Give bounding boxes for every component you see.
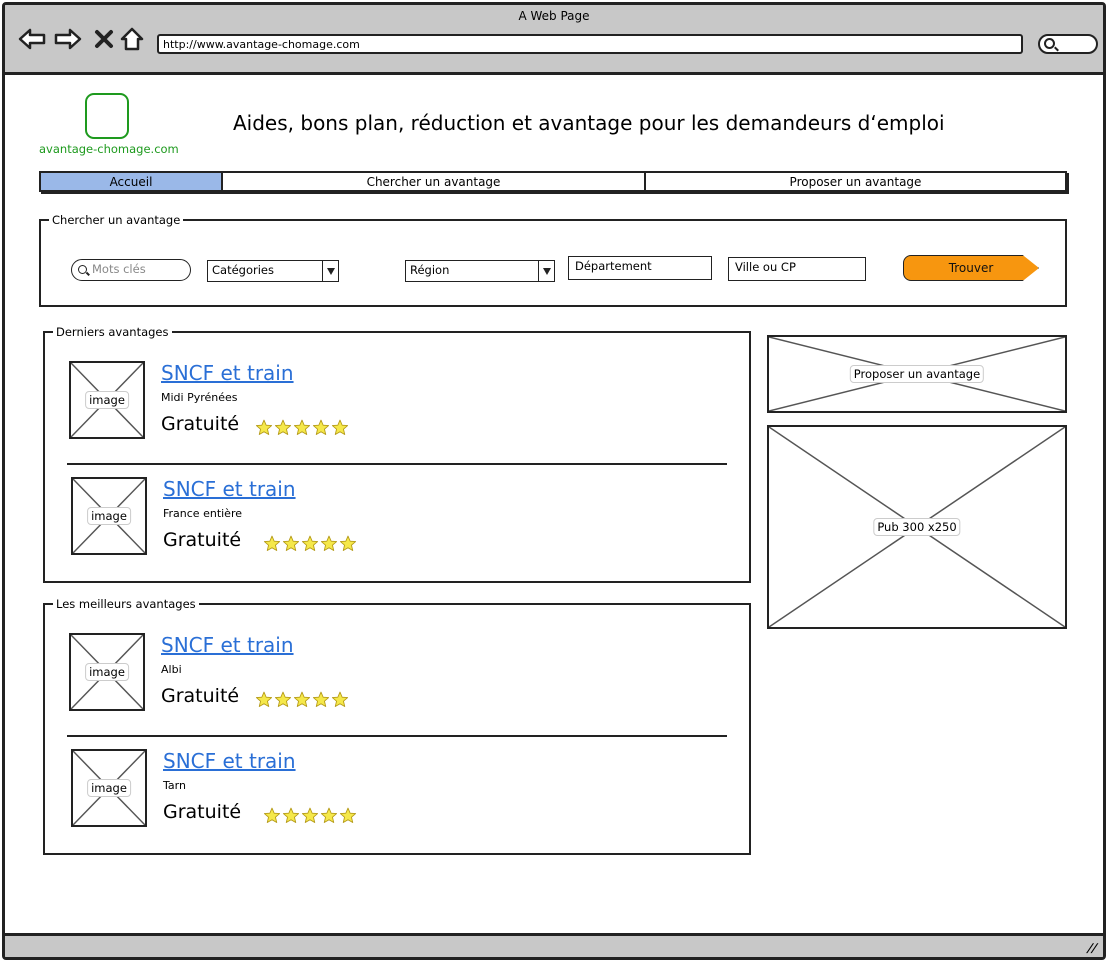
item-price: Gratuité <box>163 529 242 551</box>
star-icon[interactable] <box>301 535 319 552</box>
keywords-input[interactable]: Mots clés <box>71 259 191 281</box>
stop-icon[interactable] <box>89 25 119 53</box>
star-icon[interactable] <box>301 807 319 824</box>
region-select[interactable]: Région <box>405 260 555 282</box>
rating-stars[interactable] <box>255 419 349 436</box>
address-bar[interactable]: http://www.avantage-chomage.com <box>157 34 1023 54</box>
item-image[interactable]: image <box>71 749 147 827</box>
star-icon[interactable] <box>255 419 273 436</box>
region-select-value: Région <box>410 263 450 277</box>
image-placeholder-label: image <box>87 507 131 525</box>
image-placeholder-label: image <box>87 779 131 797</box>
search-legend: Chercher un avantage <box>49 213 184 227</box>
item-price: Gratuité <box>161 685 240 707</box>
search-icon <box>1044 38 1055 49</box>
star-icon[interactable] <box>293 419 311 436</box>
image-placeholder-label: image <box>85 663 129 681</box>
star-icon[interactable] <box>320 807 338 824</box>
browser-window: A Web Page http://www.avantage-chomage.c… <box>2 2 1106 960</box>
ad-placeholder[interactable]: Pub 300 x250 <box>767 425 1067 629</box>
item-title-link[interactable]: SNCF et train <box>163 477 296 501</box>
rating-stars[interactable] <box>263 535 357 552</box>
browser-search-field[interactable] <box>1038 34 1098 54</box>
rating-stars[interactable] <box>255 691 349 708</box>
item-title-link[interactable]: SNCF et train <box>163 749 296 773</box>
best-fieldset: Les meilleurs avantages image SNCF et tr… <box>43 597 751 855</box>
item-price: Gratuité <box>163 801 242 823</box>
item-title-link[interactable]: SNCF et train <box>161 633 294 657</box>
item-image[interactable]: image <box>69 361 145 439</box>
chevron-down-icon <box>322 261 338 281</box>
item-location: Tarn <box>163 779 186 792</box>
window-title: A Web Page <box>518 9 590 23</box>
tab-chercher[interactable]: Chercher un avantage <box>223 173 646 190</box>
item-location: Midi Pyrénées <box>161 391 238 404</box>
find-button[interactable]: Trouver <box>903 255 1039 281</box>
browser-titlebar: A Web Page http://www.avantage-chomage.c… <box>5 5 1103 75</box>
keywords-placeholder: Mots clés <box>92 262 146 276</box>
resize-grip-icon[interactable]: // <box>1086 941 1100 955</box>
propose-banner[interactable]: Proposer un avantage <box>767 335 1067 413</box>
star-icon[interactable] <box>274 691 292 708</box>
item-image[interactable]: image <box>69 633 145 711</box>
star-icon[interactable] <box>312 419 330 436</box>
chevron-down-icon <box>538 261 554 281</box>
city-input[interactable]: Ville ou CP <box>728 257 866 281</box>
star-icon[interactable] <box>293 691 311 708</box>
star-icon[interactable] <box>320 535 338 552</box>
department-input[interactable]: Département <box>568 256 712 280</box>
back-icon[interactable] <box>17 25 47 53</box>
star-icon[interactable] <box>339 535 357 552</box>
propose-banner-label: Proposer un avantage <box>849 365 985 383</box>
item-divider <box>67 735 727 737</box>
star-icon[interactable] <box>339 807 357 824</box>
star-icon[interactable] <box>263 535 281 552</box>
best-legend: Les meilleurs avantages <box>53 597 199 611</box>
item-location: Albi <box>161 663 182 676</box>
star-icon[interactable] <box>331 691 349 708</box>
item-image[interactable]: image <box>71 477 147 555</box>
logo-icon[interactable] <box>85 93 129 139</box>
search-fieldset: Chercher un avantage Mots clés Catégorie… <box>39 213 1067 307</box>
item-title-link[interactable]: SNCF et train <box>161 361 294 385</box>
tab-proposer[interactable]: Proposer un avantage <box>646 173 1065 190</box>
category-select-value: Catégories <box>212 263 274 277</box>
star-icon[interactable] <box>255 691 273 708</box>
star-icon[interactable] <box>263 807 281 824</box>
category-select[interactable]: Catégories <box>207 260 339 282</box>
latest-fieldset: Derniers avantages image SNCF et train M… <box>43 325 751 583</box>
item-price: Gratuité <box>161 413 240 435</box>
tab-accueil[interactable]: Accueil <box>41 173 223 190</box>
item-divider <box>67 463 727 465</box>
home-icon[interactable] <box>117 25 147 53</box>
star-icon[interactable] <box>331 419 349 436</box>
page-headline: Aides, bons plan, réduction et avantage … <box>233 111 945 135</box>
star-icon[interactable] <box>274 419 292 436</box>
browser-statusbar: // <box>5 933 1103 957</box>
star-icon[interactable] <box>282 807 300 824</box>
main-nav-tabs: Accueil Chercher un avantage Proposer un… <box>39 171 1067 192</box>
search-icon <box>78 265 87 274</box>
ad-placeholder-label: Pub 300 x250 <box>873 518 961 536</box>
item-location: France entière <box>163 507 242 520</box>
star-icon[interactable] <box>312 691 330 708</box>
star-icon[interactable] <box>282 535 300 552</box>
image-placeholder-label: image <box>85 391 129 409</box>
logo-text[interactable]: avantage-chomage.com <box>39 142 179 156</box>
latest-legend: Derniers avantages <box>53 325 172 339</box>
forward-icon[interactable] <box>53 25 83 53</box>
rating-stars[interactable] <box>263 807 357 824</box>
